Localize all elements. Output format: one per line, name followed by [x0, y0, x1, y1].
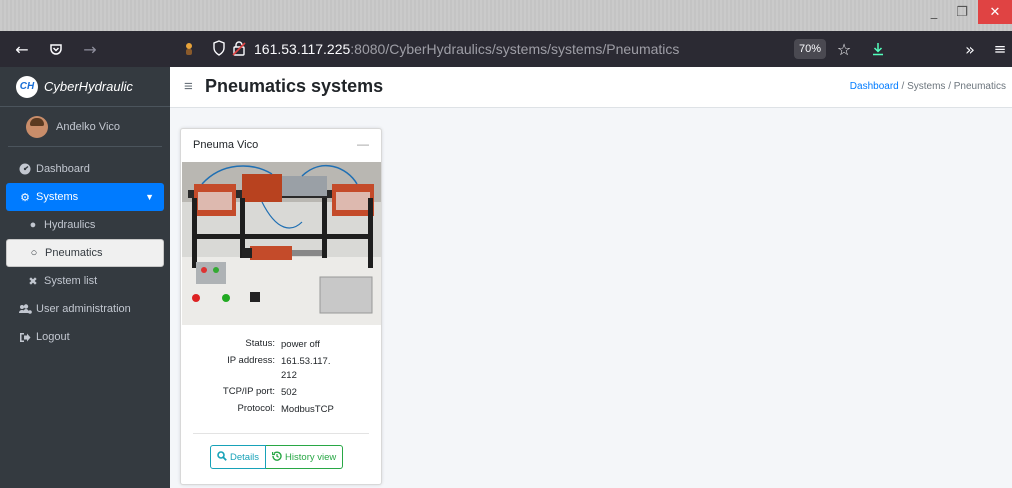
protocol-row: Protocol: ModbusTCP	[181, 403, 381, 416]
brand-link[interactable]: CH CyberHydraulic	[0, 67, 170, 107]
ip-label: IP address:	[227, 355, 275, 367]
sidebar-item-label: Systems	[36, 191, 79, 203]
brand-name: CyberHydraulic	[44, 79, 133, 94]
page-title: Pneumatics systems	[205, 76, 384, 96]
zoom-badge[interactable]: 70%	[794, 39, 826, 59]
menu-toggle-icon[interactable]: ≡	[184, 78, 193, 95]
window-titlebar: _ ❐ ✕	[0, 0, 1012, 31]
history-view-label: History view	[285, 451, 337, 463]
url-host: 161.53.117.225	[254, 41, 351, 57]
breadcrumb-systems: Systems	[907, 81, 946, 92]
collapse-icon[interactable]: —	[357, 137, 369, 151]
tools-icon: ✖	[28, 275, 38, 288]
breadcrumb-separator: /	[948, 81, 951, 92]
sidebar-menu: Dashboard ⚙ Systems ▼ ● Hydraulics ○ Pne…	[0, 147, 170, 351]
maximize-button[interactable]: ❐	[948, 0, 976, 24]
shield-icon[interactable]	[212, 39, 226, 59]
details-button[interactable]: Details	[210, 445, 267, 469]
system-info: Status: power off IP address: 161.53.117…	[181, 338, 381, 420]
sidebar-item-label: User administration	[36, 303, 131, 315]
sidebar-item-dashboard[interactable]: Dashboard	[6, 155, 164, 183]
circle-filled-icon: ●	[29, 219, 37, 231]
back-icon[interactable]: ←	[12, 31, 32, 67]
ip-row: IP address: 161.53.117. 212	[181, 355, 381, 382]
card-header: Pneuma Vico —	[181, 129, 381, 161]
history-icon	[271, 450, 282, 464]
breadcrumb-separator: /	[901, 81, 905, 92]
download-icon[interactable]	[868, 31, 888, 67]
sidebar-item-hydraulics[interactable]: ● Hydraulics	[6, 211, 164, 239]
sign-out-icon	[14, 332, 36, 343]
url-path: :8080/CyberHydraulics/systems/systems/Pn…	[350, 41, 680, 57]
status-label: Status:	[245, 338, 275, 349]
status-row: Status: power off	[181, 338, 381, 351]
details-label: Details	[230, 451, 260, 463]
sidebar-item-label: Logout	[36, 331, 70, 343]
bookmark-star-icon[interactable]: ☆	[834, 31, 854, 67]
protocol-value: ModbusTCP	[281, 404, 334, 416]
sidebar-item-system-list[interactable]: ✖ System list	[6, 267, 164, 295]
address-bar[interactable]: 161.53.117.225:8080/CyberHydraulics/syst…	[212, 38, 679, 60]
cogs-icon: ⚙	[20, 191, 30, 204]
breadcrumb: Dashboard / Systems / Pneumatics	[850, 81, 1006, 92]
insecure-lock-icon[interactable]	[232, 40, 246, 59]
system-card: Pneuma Vico — Status: power off IP addre…	[180, 128, 382, 485]
main-content: ≡ Pneumatics systems Dashboard / Systems…	[170, 67, 1012, 488]
chevron-down-icon: ▼	[145, 192, 154, 202]
circle-outline-icon: ○	[30, 247, 38, 259]
browser-toolbar: ← → 161.53.117.225:8080/CyberHydraulics/…	[0, 31, 1012, 67]
port-row: TCP/IP port: 502	[181, 386, 381, 399]
breadcrumb-pneumatics: Pneumatics	[953, 81, 1006, 92]
sidebar-item-label: Pneumatics	[45, 247, 103, 259]
sidebar-item-user-administration[interactable]: User administration	[6, 295, 164, 323]
dashboard-icon	[14, 163, 36, 175]
card-actions: Details History view	[210, 445, 344, 469]
forward-icon[interactable]: →	[80, 31, 100, 67]
card-title: Pneuma Vico	[193, 139, 259, 151]
port-label: TCP/IP port:	[222, 385, 275, 397]
breadcrumb-dashboard[interactable]: Dashboard	[850, 81, 899, 92]
minimize-button[interactable]: _	[920, 0, 948, 24]
user-panel[interactable]: Anđelko Vico	[8, 107, 162, 147]
port-value: 502	[281, 386, 297, 398]
sidebar: CH CyberHydraulic Anđelko Vico Dashboard…	[0, 67, 170, 488]
sidebar-item-pneumatics[interactable]: ○ Pneumatics	[6, 239, 164, 267]
overflow-chevrons-icon[interactable]: »	[962, 31, 978, 67]
sidebar-item-label: System list	[44, 275, 98, 287]
extension-icon[interactable]	[181, 31, 197, 67]
users-cog-icon	[14, 303, 36, 315]
ip-value: 161.53.117. 212	[281, 356, 331, 381]
close-window-button[interactable]: ✕	[978, 0, 1012, 24]
app-menu-icon[interactable]: ≡	[992, 31, 1008, 67]
user-name: Anđelko Vico	[56, 120, 121, 133]
sidebar-item-logout[interactable]: Logout	[6, 323, 164, 351]
content-header: ≡ Pneumatics systems Dashboard / Systems…	[170, 67, 1012, 108]
brand-logo: CH	[16, 75, 38, 98]
system-photo	[182, 162, 381, 325]
sidebar-item-label: Dashboard	[36, 163, 90, 175]
history-view-button[interactable]: History view	[266, 445, 344, 469]
pocket-icon[interactable]	[46, 31, 66, 67]
avatar	[26, 115, 48, 138]
sidebar-item-systems[interactable]: ⚙ Systems ▼	[6, 183, 164, 211]
sidebar-item-label: Hydraulics	[44, 219, 96, 231]
protocol-label: Protocol:	[237, 403, 276, 415]
search-icon	[217, 450, 227, 464]
card-divider	[193, 433, 369, 434]
status-value: power off	[281, 339, 320, 350]
